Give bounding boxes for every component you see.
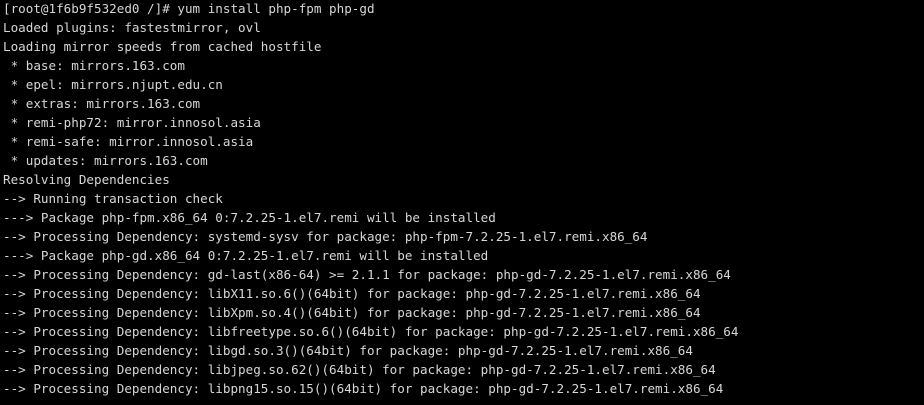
- terminal-line: --> Processing Dependency: gd-last(x86-6…: [3, 267, 731, 282]
- terminal-line: Loaded plugins: fastestmirror, ovl: [3, 20, 261, 35]
- terminal-line: --> Running transaction check: [3, 191, 223, 206]
- terminal-line: * epel: mirrors.njupt.edu.cn: [3, 77, 223, 92]
- terminal-line: --> Processing Dependency: libpng15.so.1…: [3, 381, 724, 396]
- terminal-line: --> Processing Dependency: libjpeg.so.62…: [3, 362, 716, 377]
- terminal-line: * extras: mirrors.163.com: [3, 96, 201, 111]
- terminal-line: ---> Package php-fpm.x86_64 0:7.2.25-1.e…: [3, 210, 496, 225]
- terminal-line: * remi-php72: mirror.innosol.asia: [3, 115, 261, 130]
- terminal-line: --> Processing Dependency: libX11.so.6()…: [3, 286, 701, 301]
- terminal-line: * remi-safe: mirror.innosol.asia: [3, 134, 254, 149]
- terminal-line: * base: mirrors.163.com: [3, 58, 185, 73]
- terminal-line: ---> Package php-gd.x86_64 0:7.2.25-1.el…: [3, 248, 489, 263]
- terminal-line: Loading mirror speeds from cached hostfi…: [3, 39, 322, 54]
- terminal-line: Resolving Dependencies: [3, 172, 170, 187]
- terminal-line: --> Processing Dependency: libfreetype.s…: [3, 324, 739, 339]
- terminal-line: --> Processing Dependency: systemd-sysv …: [3, 229, 648, 244]
- terminal-line-prompt: [root@1f6b9f532ed0 /]# yum install php-f…: [3, 1, 375, 16]
- terminal-line: --> Processing Dependency: libXpm.so.4()…: [3, 305, 701, 320]
- terminal-window[interactable]: [root@1f6b9f532ed0 /]# yum install php-f…: [0, 0, 924, 405]
- terminal-line: --> Processing Dependency: libgd.so.3()(…: [3, 343, 693, 358]
- terminal-line: * updates: mirrors.163.com: [3, 153, 208, 168]
